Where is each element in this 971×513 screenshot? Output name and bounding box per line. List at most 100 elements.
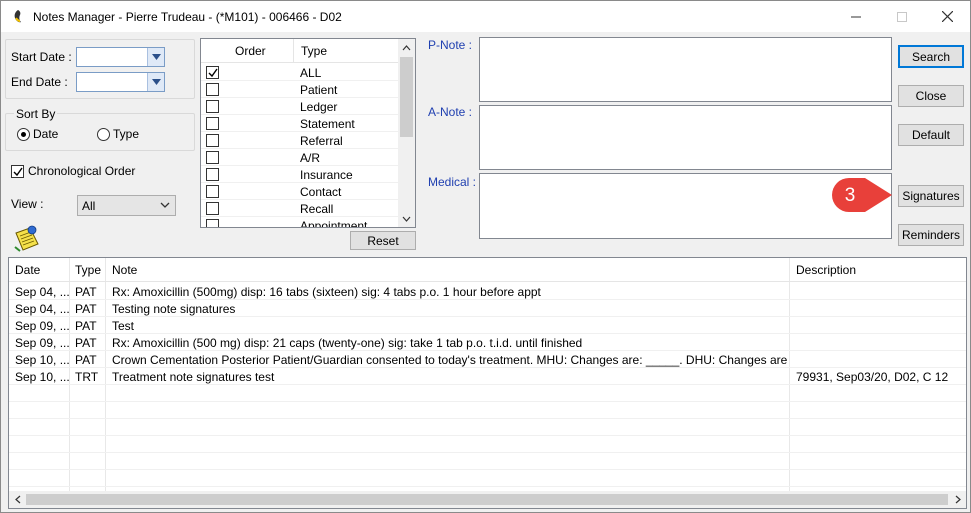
type-label: A/R — [300, 151, 321, 165]
view-select-value: All — [82, 199, 96, 213]
type-label: Statement — [300, 117, 355, 131]
note-type-list[interactable]: Order Type ALL Patient Ledger Statement … — [200, 38, 416, 228]
type-label: Recall — [300, 202, 334, 216]
type-checkbox[interactable] — [206, 83, 219, 96]
table-row — [9, 419, 966, 436]
type-column-header[interactable]: Type — [301, 44, 327, 58]
scroll-right-button[interactable] — [949, 491, 966, 508]
table-row — [9, 470, 966, 487]
close-button[interactable]: Close — [898, 85, 964, 107]
table-row[interactable]: Sep 10, ... TRT Treatment note signature… — [9, 368, 966, 385]
close-icon — [941, 11, 953, 22]
type-label: Ledger — [300, 100, 338, 114]
type-cell: PAT — [75, 302, 97, 316]
start-date-picker[interactable] — [76, 47, 165, 67]
view-select[interactable]: All — [77, 195, 176, 216]
notepad-icon[interactable] — [12, 225, 42, 253]
table-row — [9, 436, 966, 453]
table-row[interactable]: Sep 04, ... PAT Rx: Amoxicillin (500mg) … — [9, 283, 966, 300]
type-checkbox[interactable] — [206, 134, 219, 147]
note-cell: Testing note signatures — [112, 302, 236, 316]
table-row[interactable]: Sep 09, ... PAT Rx: Amoxicillin (500 mg)… — [9, 334, 966, 351]
type-list-item[interactable]: ALL — [201, 64, 398, 81]
note-column-header[interactable]: Note — [112, 263, 137, 277]
type-checkbox[interactable] — [206, 219, 219, 227]
pnote-field[interactable] — [479, 37, 892, 102]
type-checkbox[interactable] — [206, 202, 219, 215]
chevron-down-icon — [160, 202, 170, 208]
type-checkbox[interactable] — [206, 117, 219, 130]
order-column-header[interactable]: Order — [235, 44, 266, 58]
step-callout-badge: 3 — [832, 178, 892, 212]
table-row[interactable]: Sep 09, ... PAT Test — [9, 317, 966, 334]
table-row — [9, 453, 966, 470]
minimize-button[interactable] — [833, 1, 879, 32]
grid-horizontal-scrollbar[interactable] — [9, 491, 966, 508]
callout-number: 3 — [845, 185, 856, 206]
note-cell: Crown Cementation Posterior Patient/Guar… — [112, 353, 788, 367]
start-date-dropdown[interactable] — [147, 48, 164, 66]
type-list-item[interactable]: Ledger — [201, 98, 398, 115]
chevron-right-icon — [955, 495, 961, 504]
table-row — [9, 402, 966, 419]
sort-date-radio[interactable] — [17, 128, 30, 141]
end-date-picker[interactable] — [76, 72, 165, 92]
grid-header: Date Type Note Description — [9, 258, 966, 282]
chevron-down-icon — [151, 79, 161, 85]
scroll-down-button[interactable] — [398, 210, 415, 227]
type-list-item[interactable]: Recall — [201, 200, 398, 217]
type-label: ALL — [300, 66, 322, 80]
maximize-button[interactable] — [879, 1, 925, 32]
date-cell: Sep 10, ... — [15, 353, 69, 367]
type-label: Patient — [300, 83, 338, 97]
type-checkbox[interactable] — [206, 100, 219, 113]
scroll-thumb[interactable] — [400, 57, 413, 137]
type-checkbox[interactable] — [206, 185, 219, 198]
type-list-item[interactable]: Patient — [201, 81, 398, 98]
table-row[interactable]: Sep 10, ... PAT Crown Cementation Poster… — [9, 351, 966, 368]
type-checkbox[interactable] — [206, 66, 219, 79]
start-date-label: Start Date : — [11, 50, 72, 64]
search-button[interactable]: Search — [898, 45, 964, 68]
chronological-order-checkbox[interactable] — [11, 165, 24, 178]
type-column-header[interactable]: Type — [75, 263, 101, 277]
app-logo-icon — [14, 10, 21, 23]
description-column-header[interactable]: Description — [796, 263, 856, 277]
chevron-left-icon — [14, 495, 20, 504]
sort-type-radio[interactable] — [97, 128, 110, 141]
scroll-thumb[interactable] — [26, 494, 948, 505]
close-window-button[interactable] — [924, 1, 970, 32]
scroll-left-button[interactable] — [9, 491, 26, 508]
chevron-down-icon — [151, 54, 161, 60]
type-list-item[interactable]: A/R — [201, 149, 398, 166]
end-date-dropdown[interactable] — [147, 73, 164, 91]
type-checkbox[interactable] — [206, 151, 219, 164]
table-row[interactable]: Sep 04, ... PAT Testing note signatures — [9, 300, 966, 317]
sort-type-label: Type — [113, 127, 140, 141]
type-list-item[interactable]: Statement — [201, 115, 398, 132]
anote-field[interactable] — [479, 105, 892, 170]
note-cell: Rx: Amoxicillin (500 mg) disp: 21 caps (… — [112, 336, 583, 350]
type-cell: PAT — [75, 319, 97, 333]
reset-button[interactable]: Reset — [350, 231, 416, 250]
maximize-icon — [897, 11, 907, 22]
default-button[interactable]: Default — [898, 124, 964, 146]
type-checkbox[interactable] — [206, 168, 219, 181]
date-cell: Sep 04, ... — [15, 285, 69, 299]
date-cell: Sep 09, ... — [15, 336, 69, 350]
scroll-up-button[interactable] — [398, 39, 415, 56]
date-column-header[interactable]: Date — [15, 263, 40, 277]
type-list-item[interactable]: Appointment — [201, 217, 398, 227]
type-list-scrollbar[interactable] — [398, 39, 415, 227]
signatures-button[interactable]: Signatures — [898, 185, 964, 207]
notes-grid[interactable]: Date Type Note Description Sep 04, ... P… — [8, 257, 967, 509]
type-list-item[interactable]: Contact — [201, 183, 398, 200]
checkmark-icon — [13, 167, 23, 177]
type-cell: PAT — [75, 336, 97, 350]
date-cell: Sep 10, ... — [15, 370, 69, 384]
reminders-button[interactable]: Reminders — [898, 224, 964, 246]
type-list-item[interactable]: Referral — [201, 132, 398, 149]
notes-manager-window: Notes Manager - Pierre Trudeau - (*M101)… — [0, 0, 971, 513]
type-list-item[interactable]: Insurance — [201, 166, 398, 183]
chevron-up-icon — [402, 44, 411, 50]
